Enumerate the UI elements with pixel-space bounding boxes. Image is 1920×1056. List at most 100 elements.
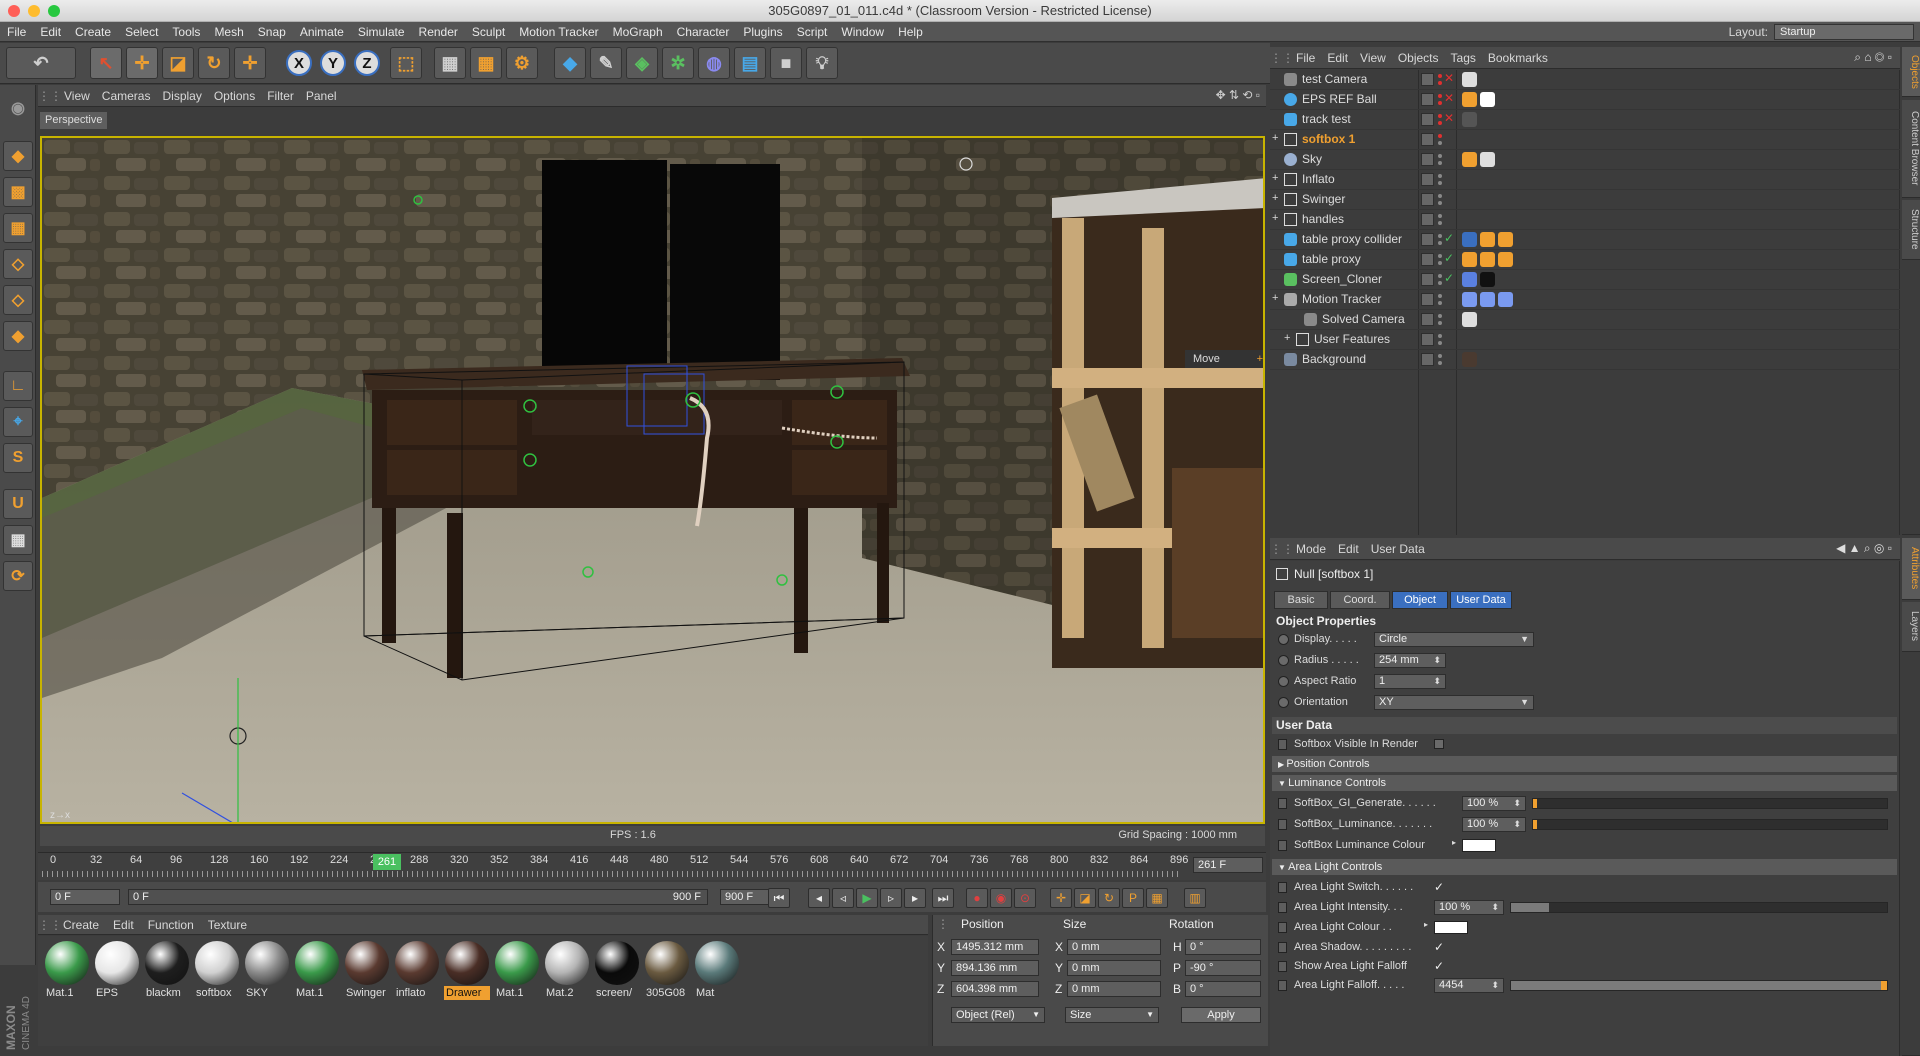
size-field[interactable]: 0 mm: [1067, 960, 1161, 976]
material-swatch[interactable]: softbox: [194, 940, 240, 1000]
rotation-field[interactable]: 0 °: [1185, 981, 1261, 997]
keyframe-icon[interactable]: [1278, 798, 1287, 809]
render-visibility-dot[interactable]: [1438, 261, 1442, 265]
display-select[interactable]: Circle ▼: [1374, 632, 1534, 647]
material-menu-function[interactable]: Function: [141, 915, 201, 935]
editor-visibility-dot[interactable]: [1438, 194, 1442, 198]
layout-select[interactable]: Startup: [1774, 24, 1914, 40]
position-field[interactable]: 894.136 mm: [951, 960, 1039, 976]
editor-visibility-dot[interactable]: [1438, 274, 1442, 278]
cube-primitive-icon[interactable]: ◆: [554, 47, 586, 79]
tab-user-data[interactable]: User Data: [1450, 591, 1512, 609]
editor-visibility-dot[interactable]: [1438, 254, 1442, 258]
object-row[interactable]: + Motion Tracker: [1270, 290, 1900, 310]
editor-visibility-dot[interactable]: [1438, 334, 1442, 338]
radius-radio[interactable]: [1278, 655, 1289, 666]
editor-visibility-dot[interactable]: [1438, 234, 1442, 238]
menu-script[interactable]: Script: [790, 22, 835, 42]
gi-generate-slider[interactable]: [1532, 798, 1888, 809]
material-menu-create[interactable]: Create: [56, 915, 106, 935]
close-window-button[interactable]: [8, 5, 20, 17]
expand-icon[interactable]: +: [1272, 132, 1278, 144]
render-view-icon[interactable]: ▦: [434, 47, 466, 79]
keyframe-icon[interactable]: [1278, 980, 1287, 991]
menu-help[interactable]: Help: [891, 22, 930, 42]
object-name[interactable]: EPS REF Ball: [1302, 92, 1377, 106]
object-name[interactable]: table proxy: [1302, 252, 1361, 266]
menu-character[interactable]: Character: [670, 22, 737, 42]
material-swatch[interactable]: Mat: [694, 940, 740, 1000]
menu-sculpt[interactable]: Sculpt: [465, 22, 512, 42]
falloff-slider[interactable]: [1510, 980, 1888, 991]
aspect-radio[interactable]: [1278, 676, 1289, 687]
layer-visibility-icon[interactable]: [1421, 353, 1434, 366]
render-settings-icon[interactable]: ⚙: [506, 47, 538, 79]
size-field[interactable]: 0 mm: [1067, 981, 1161, 997]
side-tab-structure[interactable]: Structure: [1902, 200, 1920, 260]
object-row[interactable]: EPS REF Ball ✕: [1270, 90, 1900, 110]
menu-mesh[interactable]: Mesh: [207, 22, 250, 42]
texture-mode-icon[interactable]: ▩: [3, 177, 33, 207]
luminance-controls-group[interactable]: ▼ Luminance Controls: [1272, 775, 1897, 791]
render-visibility-dot[interactable]: [1438, 121, 1442, 125]
expand-icon[interactable]: +: [1272, 292, 1278, 304]
keyframe-icon[interactable]: [1278, 961, 1287, 972]
material-swatch[interactable]: 305G08: [644, 940, 690, 1000]
viewport-menu-cameras[interactable]: Cameras: [96, 85, 157, 107]
deformer-icon[interactable]: ◍: [698, 47, 730, 79]
make-editable-icon[interactable]: ◉: [3, 93, 33, 123]
orientation-radio[interactable]: [1278, 697, 1289, 708]
object-tag-icon[interactable]: [1480, 252, 1495, 267]
subdivision-icon[interactable]: ◈: [626, 47, 658, 79]
objects-menu-tags[interactable]: Tags: [1445, 47, 1482, 69]
material-menu-edit[interactable]: Edit: [106, 915, 141, 935]
objects-menu-view[interactable]: View: [1354, 47, 1392, 69]
object-row[interactable]: Background: [1270, 350, 1900, 370]
x-axis-lock-icon[interactable]: X: [286, 50, 312, 76]
menu-animate[interactable]: Animate: [293, 22, 351, 42]
workplane-lock-icon[interactable]: ▦: [3, 525, 33, 555]
side-tab-objects[interactable]: Objects: [1902, 47, 1920, 97]
start-frame-field[interactable]: 0 F: [50, 889, 120, 905]
scale-tool-icon[interactable]: ◪: [162, 47, 194, 79]
key-parameter-icon[interactable]: P: [1122, 888, 1144, 908]
object-row[interactable]: test Camera ✕: [1270, 70, 1900, 90]
tab-coord[interactable]: Coord.: [1330, 591, 1390, 609]
softbox-visible-checkbox[interactable]: [1434, 739, 1444, 749]
editor-visibility-dot[interactable]: [1438, 114, 1442, 118]
object-tag-icon[interactable]: [1462, 152, 1477, 167]
keyframe-icon[interactable]: [1278, 922, 1287, 933]
layer-visibility-icon[interactable]: [1421, 273, 1434, 286]
expand-icon[interactable]: +: [1284, 332, 1290, 344]
autokey-icon[interactable]: ◉: [990, 888, 1012, 908]
object-tag-icon[interactable]: [1498, 232, 1513, 247]
object-tag-icon[interactable]: [1480, 272, 1495, 287]
area-intensity-slider[interactable]: [1510, 902, 1888, 913]
material-swatch[interactable]: blackm: [144, 940, 190, 1000]
snap-magnet-icon[interactable]: U: [3, 489, 33, 519]
layer-visibility-icon[interactable]: [1421, 173, 1434, 186]
quantize-icon[interactable]: ⟳: [3, 561, 33, 591]
menu-motion-tracker[interactable]: Motion Tracker: [512, 22, 605, 42]
object-row[interactable]: table proxy collider ✓: [1270, 230, 1900, 250]
position-field[interactable]: 604.398 mm: [951, 981, 1039, 997]
orientation-select[interactable]: XY ▼: [1374, 695, 1534, 710]
preview-range-slider[interactable]: 0 F 900 F: [128, 889, 708, 905]
object-row[interactable]: + Swinger: [1270, 190, 1900, 210]
menu-tools[interactable]: Tools: [165, 22, 207, 42]
keyframe-icon[interactable]: [1278, 840, 1287, 851]
layer-visibility-icon[interactable]: [1421, 253, 1434, 266]
render-visibility-dot[interactable]: [1438, 181, 1442, 185]
solo-mode-icon[interactable]: S: [3, 443, 33, 473]
editor-visibility-dot[interactable]: [1438, 134, 1442, 138]
material-swatch[interactable]: Mat.2: [544, 940, 590, 1000]
disabled-icon[interactable]: ✕: [1444, 91, 1454, 105]
disabled-icon[interactable]: ✕: [1444, 71, 1454, 85]
editor-visibility-dot[interactable]: [1438, 94, 1442, 98]
objects-menu-objects[interactable]: Objects: [1392, 47, 1445, 69]
luminance-slider[interactable]: [1532, 819, 1888, 830]
expand-icon[interactable]: +: [1272, 172, 1278, 184]
keyframe-icon[interactable]: [1278, 819, 1287, 830]
objects-menu-file[interactable]: File: [1290, 47, 1321, 69]
viewport-nav-icons[interactable]: ✥ ⇅ ⟲ ▫: [1216, 88, 1260, 102]
